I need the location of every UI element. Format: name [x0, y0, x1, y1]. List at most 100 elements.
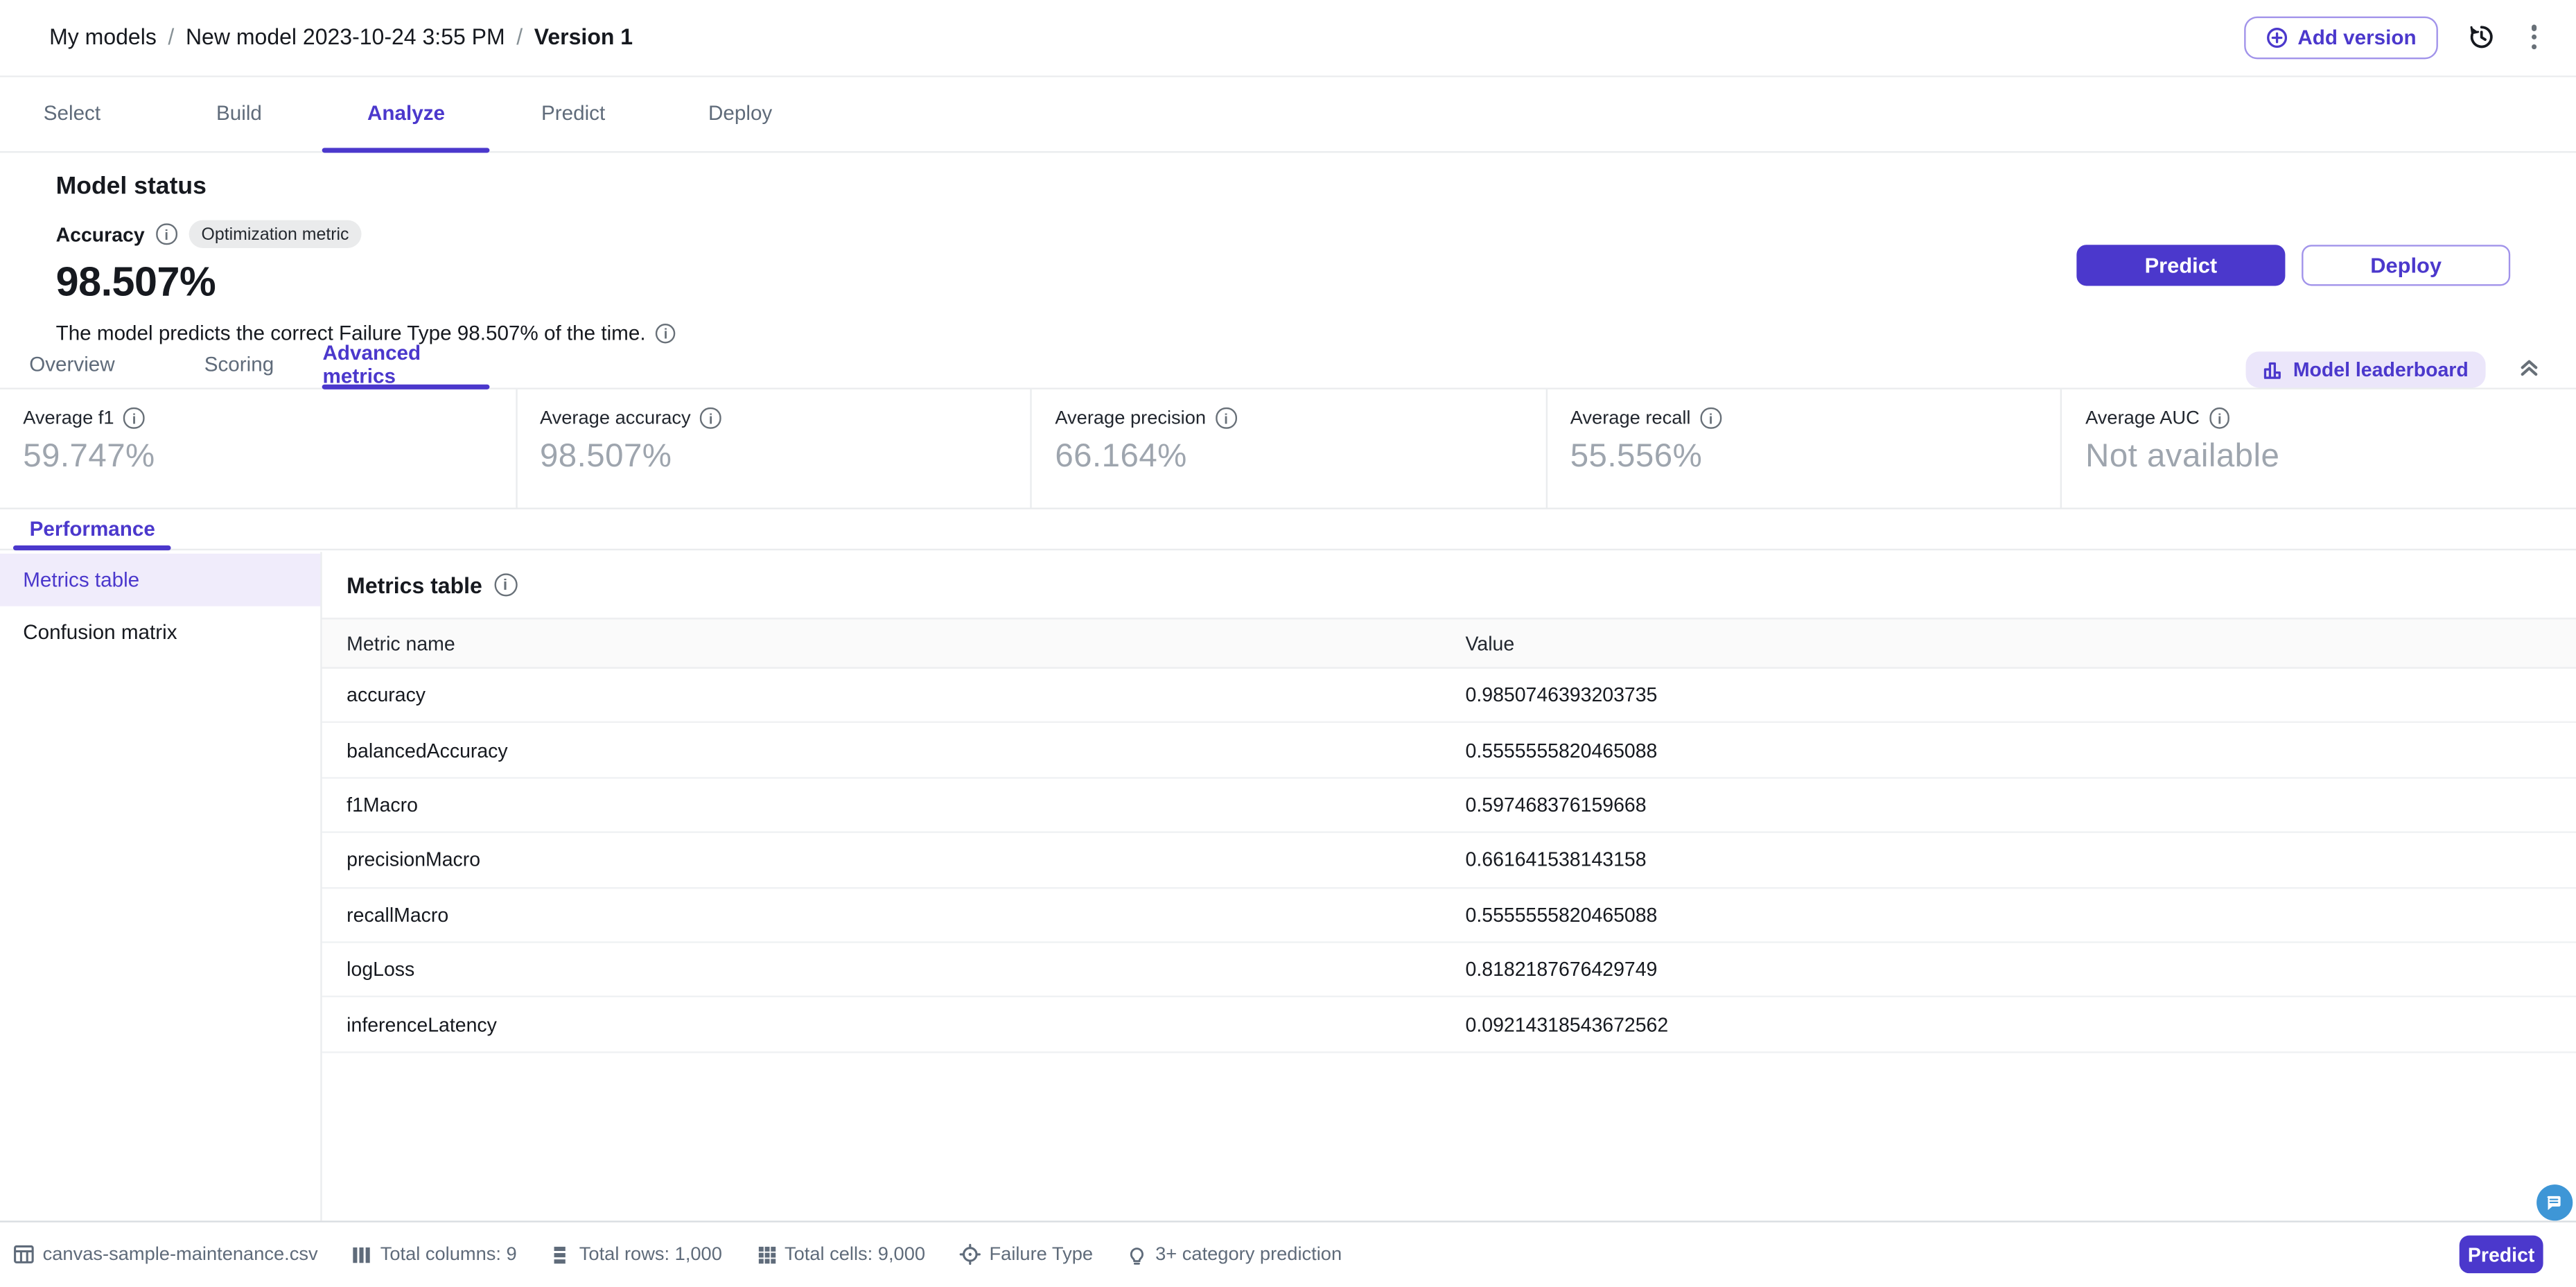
breadcrumb-separator: /: [516, 25, 523, 50]
metric-summary-strip: Average f1 59.747% Average accuracy 98.5…: [0, 389, 2576, 510]
metric-card-average-f1: Average f1 59.747%: [0, 390, 515, 508]
predict-button-bottom[interactable]: Predict: [2459, 1235, 2543, 1275]
chat-bubble-icon: [2543, 1192, 2565, 1214]
metric-value-cell: 0.5555555820465088: [1465, 903, 1658, 927]
model-leaderboard-label: Model leaderboard: [2293, 358, 2469, 382]
metric-card-label: Average AUC: [2085, 408, 2200, 428]
total-rows-label: Total rows: 1,000: [579, 1245, 722, 1265]
version-history-icon[interactable]: [2467, 24, 2495, 51]
metric-name-cell: f1Macro: [347, 793, 418, 817]
metric-card-average-auc: Average AUC Not available: [2060, 389, 2576, 508]
info-icon[interactable]: [2209, 408, 2230, 429]
sidebar-item-confusion-matrix[interactable]: Confusion matrix: [0, 606, 320, 658]
description-info-icon[interactable]: [655, 323, 676, 344]
add-version-button[interactable]: Add version: [2243, 16, 2438, 59]
accuracy-info-icon[interactable]: [156, 224, 177, 245]
columns-icon: [352, 1245, 371, 1264]
model-leaderboard-button[interactable]: Model leaderboard: [2245, 351, 2485, 389]
target-column-item: Failure Type: [960, 1244, 1093, 1266]
metric-card-label: Average precision: [1055, 408, 1207, 428]
metrics-table-panel: Metrics table Metric name Value accuracy…: [322, 551, 2576, 1220]
tab-performance[interactable]: Performance: [12, 509, 173, 552]
table-row: precisionMacro 0.661641538143158: [322, 833, 2576, 888]
dataset-file-item: canvas-sample-maintenance.csv: [13, 1244, 318, 1266]
metric-name-cell: inferenceLatency: [347, 1013, 497, 1036]
header-actions: Add version: [2243, 16, 2543, 59]
total-columns-item: Total columns: 9: [352, 1245, 517, 1265]
target-icon: [960, 1244, 981, 1266]
metric-value-cell: 0.5555555820465088: [1465, 738, 1658, 762]
metric-card-average-accuracy: Average accuracy 98.507%: [515, 389, 1030, 508]
more-options-kebab-icon[interactable]: [2525, 22, 2543, 53]
metric-value-cell: 0.09214318543672562: [1465, 1013, 1669, 1036]
breadcrumb-separator: /: [168, 25, 175, 50]
info-icon[interactable]: [123, 408, 145, 429]
metric-name-cell: logLoss: [347, 958, 415, 981]
performance-sidebar: Metrics table Confusion matrix: [0, 551, 322, 1221]
metrics-table-info-icon[interactable]: [493, 573, 517, 597]
table-header-row: Metric name Value: [322, 618, 2576, 669]
table-row: f1Macro 0.597468376159668: [322, 778, 2576, 834]
primary-tab-bar: Select Build Analyze Predict Deploy: [0, 76, 2576, 153]
metric-value-cell: 0.597468376159668: [1465, 793, 1647, 817]
add-version-label: Add version: [2297, 26, 2417, 49]
plus-circle-icon: [2265, 26, 2288, 49]
table-row: accuracy 0.9850746393203735: [322, 669, 2576, 724]
breadcrumb-version: Version 1: [534, 25, 633, 50]
metric-name-cell: recallMacro: [347, 903, 449, 927]
metrics-table-title: Metrics table: [347, 572, 482, 597]
tab-select[interactable]: Select: [0, 76, 155, 151]
bar-chart-icon: [2262, 359, 2284, 380]
metric-card-average-precision: Average precision 66.164%: [1030, 389, 1545, 508]
tab-overview[interactable]: Overview: [0, 342, 155, 388]
tab-build[interactable]: Build: [155, 76, 322, 151]
breadcrumb-model-name[interactable]: New model 2023-10-24 3:55 PM: [186, 25, 505, 50]
tab-scoring[interactable]: Scoring: [155, 342, 322, 388]
table-row: recallMacro 0.5555555820465088: [322, 888, 2576, 943]
metric-card-label: Average accuracy: [539, 408, 691, 428]
total-cells-label: Total cells: 9,000: [784, 1245, 926, 1265]
target-column-label: Failure Type: [989, 1245, 1094, 1265]
double-chevron-up-icon[interactable]: [2518, 356, 2539, 377]
app-header: My models / New model 2023-10-24 3:55 PM…: [0, 0, 2576, 77]
optimization-metric-badge: Optimization metric: [188, 220, 362, 249]
metric-card-value: 66.164%: [1055, 438, 1187, 475]
metric-card-label: Average f1: [23, 408, 114, 428]
tab-predict[interactable]: Predict: [490, 76, 657, 151]
metric-name-cell: precisionMacro: [347, 848, 481, 872]
tab-analyze[interactable]: Analyze: [322, 76, 490, 153]
predict-button[interactable]: Predict: [2076, 245, 2286, 286]
sagemaker-canvas-app: My models / New model 2023-10-24 3:55 PM…: [0, 0, 2576, 1287]
model-status-title: Model status: [55, 173, 207, 201]
metric-card-average-recall: Average recall 55.556%: [1545, 389, 2060, 508]
rows-icon: [552, 1245, 571, 1264]
tab-advanced-metrics[interactable]: Advanced metrics: [322, 342, 490, 391]
metrics-table: Metric name Value accuracy 0.98507463932…: [322, 618, 2576, 1053]
model-status-section: Model status Accuracy Optimization metri…: [0, 153, 2576, 345]
info-icon[interactable]: [1700, 408, 1721, 429]
table-row: balancedAccuracy 0.5555555820465088: [322, 724, 2576, 779]
metric-card-value: 55.556%: [1570, 438, 1703, 475]
column-header-metric-name: Metric name: [347, 631, 455, 655]
dataset-status-bar: canvas-sample-maintenance.csv Total colu…: [0, 1220, 2576, 1287]
total-columns-label: Total columns: 9: [380, 1245, 517, 1265]
tab-deploy[interactable]: Deploy: [657, 76, 824, 151]
optimization-metric-label: Accuracy: [55, 222, 145, 246]
dataset-file-label: canvas-sample-maintenance.csv: [42, 1245, 318, 1265]
metric-name-cell: balancedAccuracy: [347, 738, 508, 762]
breadcrumb: My models / New model 2023-10-24 3:55 PM…: [49, 25, 633, 50]
metric-name-cell: accuracy: [347, 683, 426, 707]
metric-card-value: Not available: [2085, 438, 2280, 475]
deploy-button[interactable]: Deploy: [2302, 245, 2511, 286]
table-icon: [13, 1244, 35, 1266]
analysis-tab-bar: Overview Scoring Advanced metrics Model …: [0, 342, 2576, 391]
model-type-label: 3+ category prediction: [1155, 1245, 1342, 1265]
total-rows-item: Total rows: 1,000: [552, 1245, 722, 1265]
metric-card-value: 98.507%: [539, 438, 672, 475]
breadcrumb-my-models[interactable]: My models: [49, 25, 157, 50]
sidebar-item-metrics-table[interactable]: Metrics table: [0, 553, 321, 606]
info-icon[interactable]: [1216, 408, 1236, 429]
total-cells-item: Total cells: 9,000: [757, 1245, 926, 1265]
metric-value-cell: 0.661641538143158: [1465, 848, 1647, 872]
info-icon[interactable]: [700, 408, 721, 429]
